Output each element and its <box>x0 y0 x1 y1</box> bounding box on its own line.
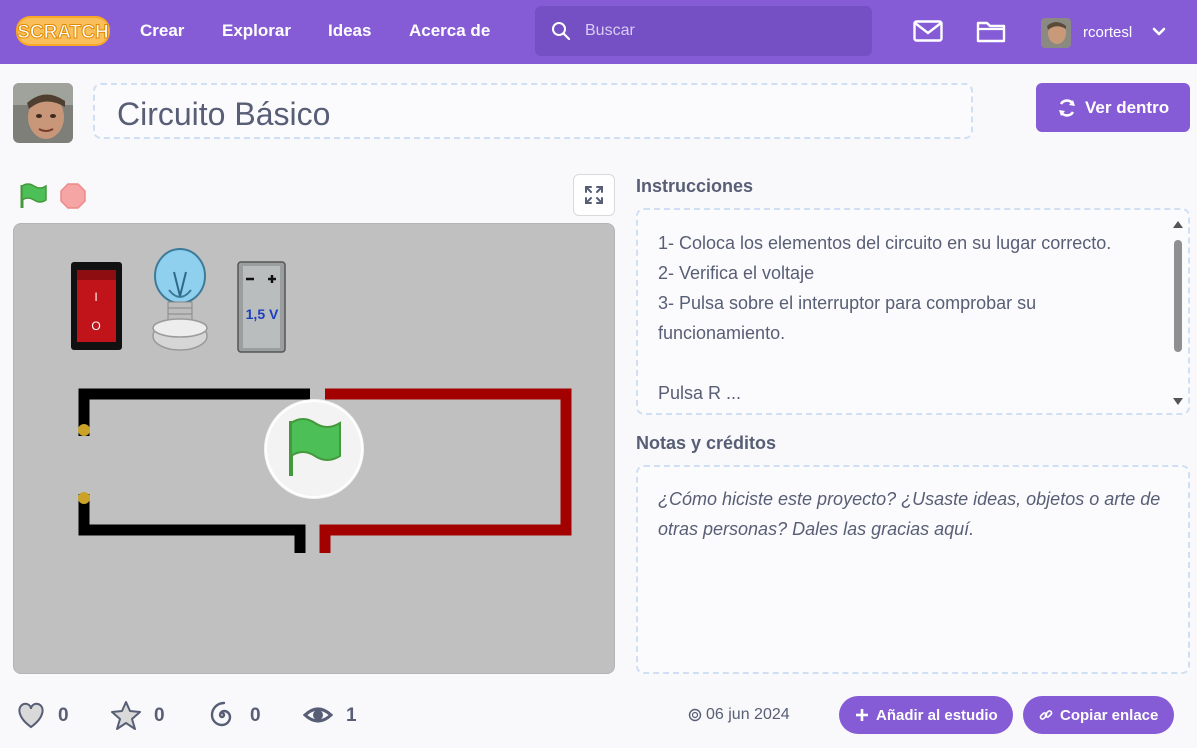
copy-link-label: Copiar enlace <box>1060 707 1159 724</box>
instructions-heading: Instrucciones <box>636 176 754 196</box>
eye-icon <box>302 700 334 735</box>
username[interactable]: rcortesl <box>1083 24 1132 41</box>
notes-placeholder: ¿Cómo hiciste este proyecto? ¿Usaste ide… <box>658 489 1161 539</box>
project-stage[interactable]: I O 1,5 V <box>13 223 615 674</box>
chevron-down-icon[interactable] <box>1151 25 1167 43</box>
battery-label: 1,5 V <box>246 306 279 322</box>
plus-icon <box>855 708 869 726</box>
heart-icon[interactable] <box>15 700 47 735</box>
project-author-avatar[interactable] <box>13 83 73 143</box>
bulb-sprite[interactable] <box>152 248 208 351</box>
stop-icon[interactable] <box>60 183 86 214</box>
remixes-count: 0 <box>250 705 261 726</box>
fullscreen-button[interactable] <box>573 174 615 216</box>
project-date: 06 jun 2024 <box>706 706 790 723</box>
project-title: Circuito Básico <box>117 96 331 132</box>
instructions-line: Pulsa R ... <box>658 383 742 403</box>
mail-icon[interactable] <box>913 20 943 47</box>
search-input[interactable]: Buscar <box>535 6 872 56</box>
star-icon[interactable] <box>110 700 142 735</box>
see-inside-label: Ver dentro <box>1085 98 1170 117</box>
views-count: 1 <box>346 705 357 726</box>
add-to-studio-label: Añadir al estudio <box>876 707 998 724</box>
instructions-line: 1- Coloca los elementos del circuito en … <box>658 233 1112 253</box>
instructions-scrollbar[interactable] <box>1172 218 1184 408</box>
remix-icon <box>1057 98 1077 123</box>
search-icon <box>551 21 571 46</box>
copy-link-button[interactable]: Copiar enlace <box>1023 696 1174 734</box>
nav-link-acerca[interactable]: Acerca de <box>409 21 490 41</box>
notes-field[interactable]: ¿Cómo hiciste este proyecto? ¿Usaste ide… <box>636 465 1190 674</box>
scroll-thumb[interactable] <box>1174 240 1182 352</box>
switch-off-mark: O <box>91 319 100 333</box>
nav-link-explorar[interactable]: Explorar <box>222 21 291 41</box>
avatar[interactable] <box>1041 18 1071 48</box>
instructions-line: 2- Verifica el voltaje <box>658 263 815 283</box>
scratch-logo[interactable]: SCRATCH <box>14 12 112 50</box>
instructions-text: 1- Coloca los elementos del circuito en … <box>658 228 1158 408</box>
instructions-line: 3- Pulsa sobre el interruptor para compr… <box>658 293 1037 343</box>
nav-link-crear[interactable]: Crear <box>140 21 184 41</box>
notes-heading: Notas y créditos <box>636 433 777 453</box>
add-to-studio-button[interactable]: Añadir al estudio <box>839 696 1013 734</box>
project-title-field[interactable]: Circuito Básico <box>93 83 973 139</box>
switch-on-mark: I <box>94 290 97 304</box>
battery-sprite[interactable]: 1,5 V <box>237 261 286 353</box>
folder-icon[interactable] <box>976 19 1006 48</box>
see-inside-button[interactable]: Ver dentro <box>1036 83 1190 132</box>
svg-text:SCRATCH: SCRATCH <box>17 22 108 43</box>
green-flag-icon[interactable] <box>18 182 48 215</box>
link-icon <box>1039 708 1053 726</box>
loves-count: 0 <box>58 705 69 726</box>
nav-link-ideas[interactable]: Ideas <box>328 21 371 41</box>
instructions-line <box>658 348 1158 378</box>
spiral-icon <box>207 700 237 735</box>
top-nav: SCRATCH Crear Explorar Ideas Acerca de B… <box>0 0 1197 64</box>
stage-green-flag-overlay[interactable] <box>264 399 364 499</box>
favorites-count: 0 <box>154 705 165 726</box>
switch-sprite[interactable]: I O <box>71 262 122 350</box>
instructions-field[interactable]: 1- Coloca los elementos del circuito en … <box>636 208 1190 415</box>
search-placeholder: Buscar <box>585 22 635 39</box>
date-icon <box>688 708 702 727</box>
